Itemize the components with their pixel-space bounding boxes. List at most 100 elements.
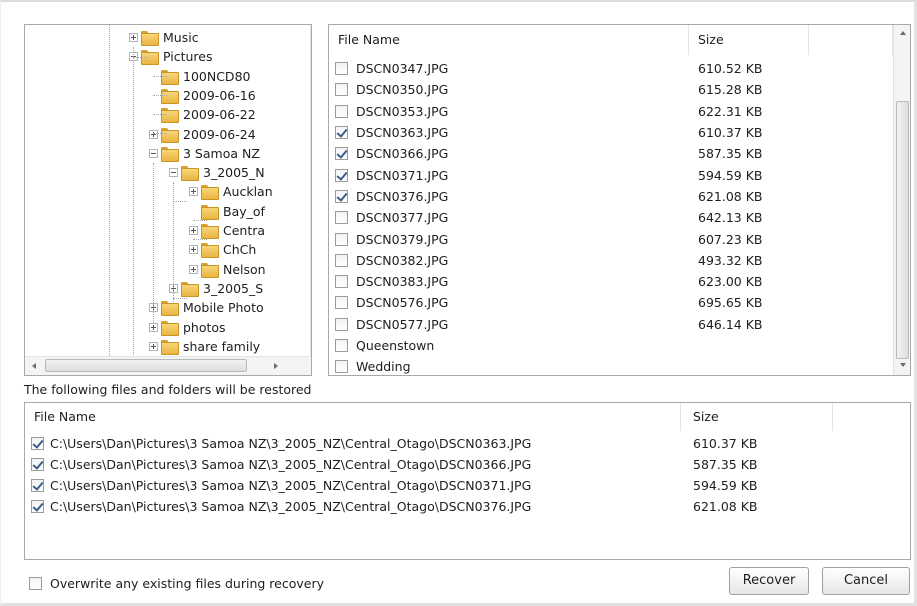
restore-checkbox[interactable] <box>31 458 44 471</box>
folder-tree: Music Pictures 100NCD80 2009-06-16 2009-06-2… <box>25 25 310 356</box>
folder-icon <box>201 262 219 278</box>
file-size: 621.08 KB <box>698 188 763 204</box>
file-row[interactable]: DSCN0379.JPG 607.23 KB <box>335 228 890 249</box>
file-row[interactable]: DSCN0376.JPG 621.08 KB <box>335 186 890 207</box>
tree-guide-line <box>173 298 187 299</box>
tree-item[interactable]: ChCh <box>189 240 256 259</box>
cancel-button[interactable]: Cancel <box>822 567 910 595</box>
tree-item[interactable]: 3_2005_N <box>169 163 265 182</box>
tree-item-label: 3_2005_S <box>203 280 264 296</box>
restore-checkbox[interactable] <box>31 437 44 450</box>
file-list-scroll-thumb[interactable] <box>896 101 909 359</box>
folder-icon <box>201 243 219 259</box>
folder-icon <box>141 31 159 46</box>
expand-icon[interactable] <box>189 264 198 274</box>
file-row[interactable]: DSCN0577.JPG 646.14 KB <box>335 314 890 335</box>
tree-horizontal-scroll-thumb[interactable] <box>45 359 247 372</box>
expand-icon[interactable] <box>189 245 198 255</box>
file-row[interactable]: DSCN0363.JPG 610.37 KB <box>335 122 890 143</box>
restore-row[interactable]: C:\Users\Dan\Pictures\3 Samoa NZ\3_2005_… <box>31 454 891 475</box>
file-row[interactable]: DSCN0366.JPG 587.35 KB <box>335 143 890 164</box>
size-column-header[interactable]: Size <box>689 25 809 55</box>
expand-icon[interactable] <box>149 341 158 351</box>
empty-column-header <box>809 25 893 55</box>
file-checkbox[interactable] <box>335 275 348 289</box>
scroll-down-arrow-icon[interactable] <box>900 363 906 367</box>
folder-icon <box>181 166 199 182</box>
file-checkbox[interactable] <box>335 253 348 267</box>
file-list-vertical-scrollbar[interactable] <box>893 25 910 375</box>
collapse-icon[interactable] <box>149 148 158 158</box>
file-name-column-header[interactable]: File Name <box>329 25 689 55</box>
tree-item-label: Music <box>163 30 199 45</box>
restore-row[interactable]: C:\Users\Dan\Pictures\3 Samoa NZ\3_2005_… <box>31 496 891 517</box>
scroll-up-arrow-icon[interactable] <box>900 31 906 35</box>
file-checkbox[interactable] <box>335 147 348 161</box>
file-size: 587.35 KB <box>698 146 763 162</box>
tree-item[interactable]: Nelson <box>189 260 266 279</box>
tree-vertical-scrollbar[interactable] <box>310 25 311 356</box>
file-name: Wedding <box>356 359 411 375</box>
expand-icon[interactable] <box>149 129 158 139</box>
tree-item[interactable]: photos <box>149 318 226 337</box>
file-row[interactable]: DSCN0347.JPG 610.52 KB <box>335 58 890 79</box>
file-checkbox[interactable] <box>335 126 348 140</box>
file-checkbox[interactable] <box>335 168 348 182</box>
file-checkbox[interactable] <box>335 360 348 374</box>
file-size: 646.14 KB <box>698 316 763 332</box>
file-row[interactable]: DSCN0576.JPG 695.65 KB <box>335 292 890 313</box>
tree-item[interactable]: Centra <box>189 221 265 240</box>
file-checkbox[interactable] <box>335 211 348 225</box>
file-checkbox[interactable] <box>335 232 348 246</box>
file-checkbox[interactable] <box>335 296 348 310</box>
scroll-right-arrow-icon[interactable] <box>274 363 278 369</box>
collapse-icon[interactable] <box>169 168 178 178</box>
scroll-left-arrow-icon[interactable] <box>32 363 36 369</box>
expand-icon[interactable] <box>189 187 198 197</box>
overwrite-option[interactable]: Overwrite any existing files during reco… <box>29 574 324 592</box>
file-size: 695.65 KB <box>698 295 763 311</box>
file-checkbox[interactable] <box>335 189 348 203</box>
restore-size-column-header[interactable]: Size <box>681 403 833 431</box>
tree-item-label: photos <box>183 319 226 335</box>
file-row[interactable]: DSCN0383.JPG 623.00 KB <box>335 271 890 292</box>
file-row[interactable]: DSCN0353.JPG 622.31 KB <box>335 101 890 122</box>
recover-button[interactable]: Recover <box>729 567 809 595</box>
tree-item[interactable]: Mobile Photo <box>149 298 264 317</box>
file-row[interactable]: DSCN0371.JPG 594.59 KB <box>335 165 890 186</box>
tree-item[interactable]: share family <box>149 337 260 356</box>
expand-icon[interactable] <box>129 33 138 42</box>
file-checkbox[interactable] <box>335 104 348 118</box>
tree-item[interactable]: 3 Samoa NZ <box>149 144 260 163</box>
tree-item-label: 2009-06-16 <box>183 87 256 103</box>
tree-item[interactable]: Music <box>129 28 199 47</box>
file-row[interactable]: DSCN0377.JPG 642.13 KB <box>335 207 890 228</box>
restore-file-size: 587.35 KB <box>693 457 758 472</box>
overwrite-checkbox[interactable] <box>29 576 42 590</box>
tree-item-label: 3_2005_N <box>203 165 265 181</box>
file-row[interactable]: Queenstown <box>335 335 890 356</box>
tree-item[interactable]: Bay_of <box>189 202 265 221</box>
restore-file-path: C:\Users\Dan\Pictures\3 Samoa NZ\3_2005_… <box>50 436 532 451</box>
file-row[interactable]: DSCN0382.JPG 493.32 KB <box>335 250 890 271</box>
expand-icon[interactable] <box>149 322 158 332</box>
restore-checkbox[interactable] <box>31 500 44 513</box>
file-checkbox[interactable] <box>335 83 348 97</box>
restore-checkbox[interactable] <box>31 479 44 492</box>
tree-item[interactable]: 3_2005_S <box>169 279 263 298</box>
tree-item[interactable]: 2009-06-24 <box>149 125 256 144</box>
restore-row[interactable]: C:\Users\Dan\Pictures\3 Samoa NZ\3_2005_… <box>31 475 891 496</box>
file-row[interactable]: Wedding <box>335 356 890 375</box>
tree-item[interactable]: Aucklan <box>189 182 273 201</box>
expand-icon[interactable] <box>189 226 198 235</box>
file-checkbox[interactable] <box>335 317 348 331</box>
tree-horizontal-scrollbar[interactable] <box>25 356 311 375</box>
file-row[interactable]: DSCN0350.JPG 615.28 KB <box>335 79 890 100</box>
file-checkbox[interactable] <box>335 339 348 353</box>
restore-row[interactable]: C:\Users\Dan\Pictures\3 Samoa NZ\3_2005_… <box>31 433 891 454</box>
file-name: DSCN0376.JPG <box>356 188 449 204</box>
restore-file-name-column-header[interactable]: File Name <box>25 403 681 431</box>
tree-guide-line <box>153 163 154 323</box>
tree-item-label: Bay_of <box>223 203 265 219</box>
file-checkbox[interactable] <box>335 62 348 76</box>
